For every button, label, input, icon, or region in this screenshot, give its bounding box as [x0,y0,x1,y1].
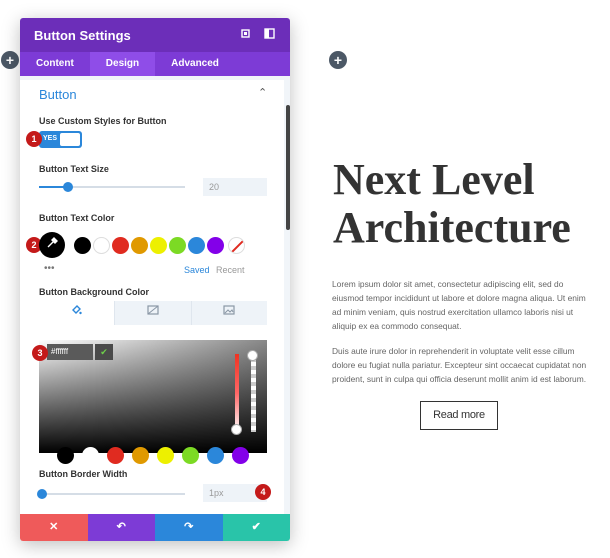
text-color-swatch[interactable] [150,237,167,254]
step-badge-1: 1 [26,131,42,147]
step-badge-3: 3 [32,345,48,361]
tab-advanced[interactable]: Advanced [155,52,235,76]
picker-swatch[interactable] [132,447,149,464]
panel-tabs: Content Design Advanced [20,52,290,76]
alpha-slider[interactable] [251,354,256,432]
text-size-slider-thumb[interactable] [63,182,73,192]
picker-swatch[interactable] [207,447,224,464]
custom-styles-toggle[interactable]: YES [39,131,82,148]
redo-button[interactable]: ↷ [155,514,223,541]
tab-content[interactable]: Content [20,52,90,76]
eyedropper-icon[interactable] [39,232,65,258]
bg-color-tab-icon[interactable] [39,301,116,325]
hex-input[interactable]: #ffffff [47,344,93,360]
picker-swatch[interactable] [107,447,124,464]
undo-button[interactable]: ↶ [87,514,155,541]
no-color-swatch[interactable] [228,237,245,254]
preview-paragraph-2: Duis aute irure dolor in reprehenderit i… [332,346,587,384]
hue-slider[interactable] [235,354,239,432]
text-color-swatch[interactable] [74,237,91,254]
alpha-slider-thumb[interactable] [247,350,258,361]
section-title: Button [39,87,77,102]
more-options-icon[interactable]: ••• [44,263,55,274]
saved-colors-tab[interactable]: Saved [184,265,210,275]
border-width-slider[interactable] [37,489,185,499]
picker-swatch[interactable] [82,447,99,464]
text-color-label: Button Text Color [39,213,115,223]
bg-color-label: Button Background Color [39,287,149,297]
hex-confirm-icon[interactable]: ✔ [95,344,113,360]
picker-swatch[interactable] [182,447,199,464]
bg-gradient-tab-icon[interactable] [115,301,192,325]
fullscreen-icon[interactable] [238,28,252,42]
border-width-label: Button Border Width [39,469,128,479]
recent-colors-tab[interactable]: Recent [216,265,245,275]
text-color-swatch[interactable] [207,237,224,254]
text-color-swatch[interactable] [112,237,129,254]
text-size-slider[interactable] [39,182,185,192]
panel-footer: ✕ ↶ ↷ ✔ [20,514,290,541]
read-more-button[interactable]: Read more [420,401,498,430]
border-width-slider-thumb[interactable] [37,489,47,499]
preview-heading: Next Level Architecture [333,155,571,252]
toggle-knob [60,133,80,146]
panel-header: Button Settings [20,18,290,52]
picker-swatch[interactable] [157,447,174,464]
tab-design[interactable]: Design [89,52,156,76]
cancel-button[interactable]: ✕ [20,514,88,541]
collapse-chevron-icon[interactable]: ⌃ [258,86,267,99]
text-color-swatch[interactable] [93,237,110,254]
text-color-swatch[interactable] [188,237,205,254]
color-picker-canvas[interactable]: #ffffff ✔ [39,340,267,453]
text-size-label: Button Text Size [39,164,109,174]
add-row-icon[interactable]: + [1,51,19,69]
hue-slider-thumb[interactable] [231,424,242,435]
save-button[interactable]: ✔ [222,514,290,541]
toggle-yes-label: YES [43,135,58,142]
picker-swatch[interactable] [57,447,74,464]
text-color-swatch[interactable] [131,237,148,254]
step-badge-4: 4 [255,484,271,500]
text-color-swatch[interactable] [169,237,186,254]
dock-sidebar-icon[interactable] [262,28,276,42]
bg-image-tab-icon[interactable] [192,301,267,325]
picker-swatch[interactable] [232,447,249,464]
scrollbar[interactable] [286,105,290,230]
custom-styles-label: Use Custom Styles for Button [39,116,167,126]
preview-paragraph-1: Lorem ipsum dolor sit amet, consectetur … [332,279,586,331]
panel-title: Button Settings [34,27,131,43]
page: + + Button Settings Content Design Advan… [0,0,610,558]
text-size-input[interactable]: 20 [203,178,267,196]
add-module-icon[interactable]: + [329,51,347,69]
bg-type-tabs [39,301,267,325]
